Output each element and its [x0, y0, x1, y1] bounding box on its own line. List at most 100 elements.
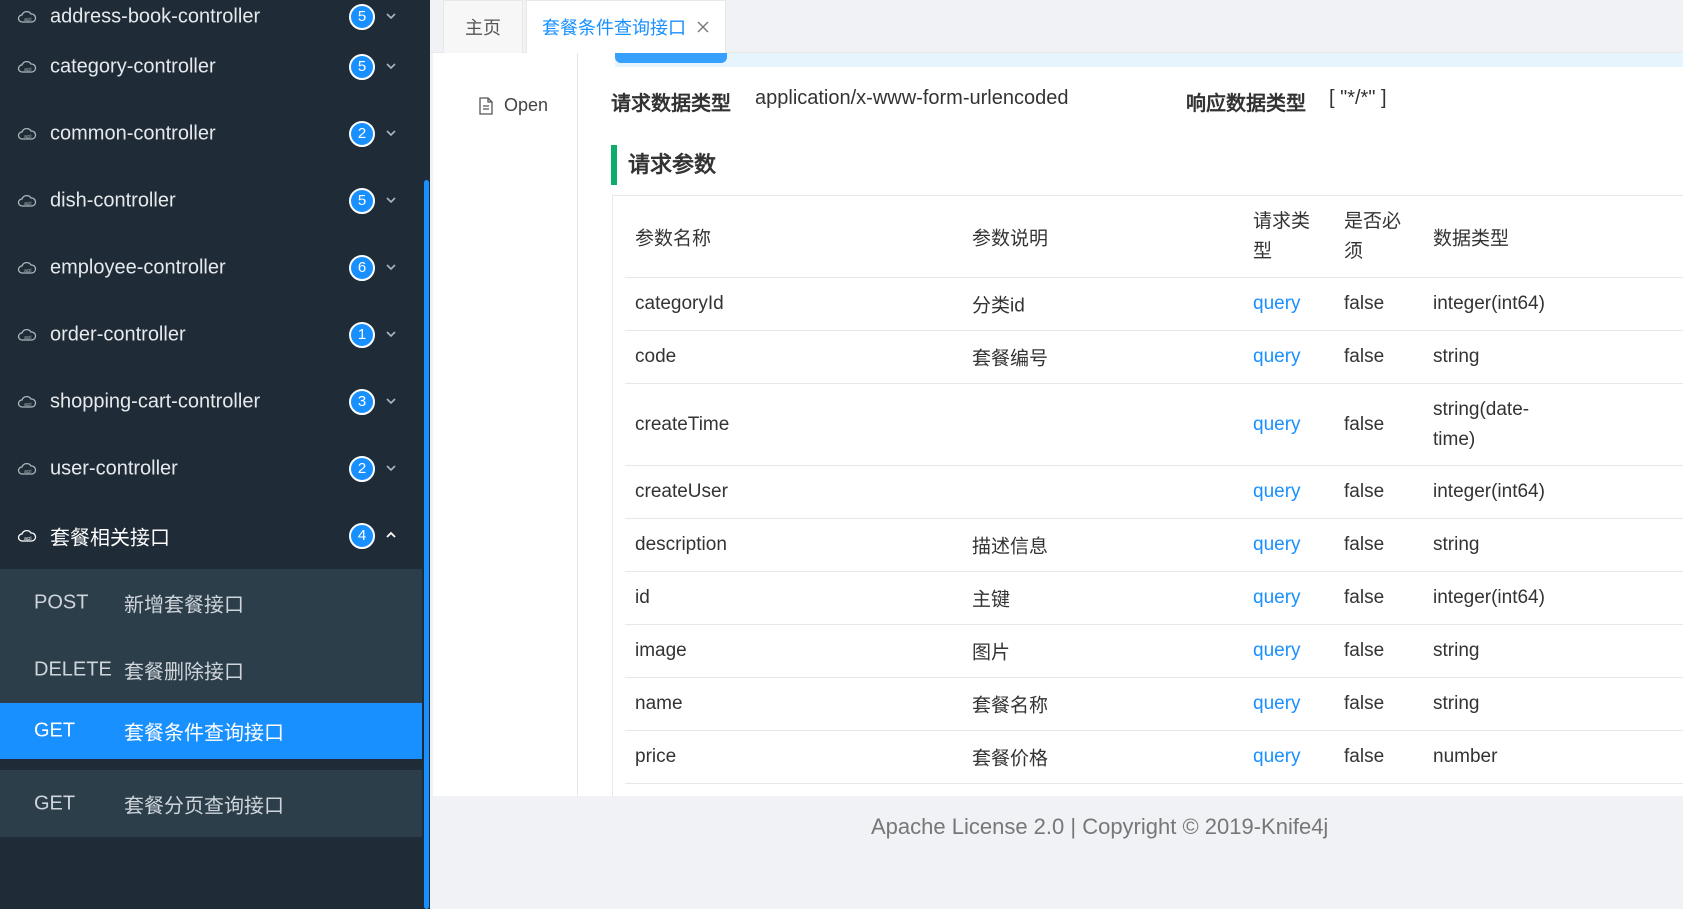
param-in: query — [1253, 640, 1301, 661]
endpoint-item-active[interactable]: GET 套餐条件查询接口 — [0, 703, 422, 759]
header-in: 请求类型 — [1253, 207, 1310, 267]
chevron-down-icon — [386, 330, 396, 337]
param-in: query — [1253, 693, 1301, 714]
param-required: false — [1344, 293, 1385, 314]
group-category-controller[interactable]: api category-controller 5 — [0, 33, 422, 100]
tab-bar: 主页 套餐条件查询接口 — [430, 0, 1683, 53]
section-title: 请求参数 — [611, 145, 716, 185]
chevron-down-icon — [386, 464, 396, 471]
group-label: dish-controller — [50, 189, 176, 211]
main-area: 主页 套餐条件查询接口 Open 请求数据类型 application/x-ww… — [430, 0, 1683, 909]
param-desc: 套餐名称 — [972, 695, 1049, 717]
response-type-value: [ "*/*" ] — [1329, 87, 1387, 109]
group-address-book-controller[interactable]: api address-book-controller 5 — [0, 0, 422, 33]
chevron-down-icon — [386, 62, 396, 69]
http-method: POST — [34, 591, 89, 613]
chevron-down-icon — [386, 196, 396, 203]
param-name: name — [635, 693, 683, 714]
group-label: shopping-cart-controller — [50, 390, 261, 412]
chevron-down-icon — [386, 263, 396, 270]
request-type-label: 请求数据类型 — [611, 93, 731, 115]
request-type-value: application/x-www-form-urlencoded — [755, 87, 1069, 109]
param-type: integer(int64) — [1433, 587, 1545, 608]
http-method: GET — [34, 792, 76, 814]
sidebar-scrollbar[interactable] — [422, 0, 430, 909]
param-in: query — [1253, 481, 1301, 502]
param-type-line2: time) — [1433, 428, 1476, 450]
group-order-controller[interactable]: api order-controller 1 — [0, 301, 422, 368]
header-required: 是否必须 — [1344, 207, 1401, 267]
http-method: GET — [34, 719, 76, 742]
scrollbar-thumb[interactable] — [424, 180, 429, 909]
svg-text:api: api — [24, 67, 32, 73]
params-table: 参数名称 参数说明 请求类型 是否必须 数据类型 categoryId 分类id… — [612, 195, 1683, 796]
endpoint-item[interactable]: POST 新增套餐接口 — [0, 569, 422, 636]
group-common-controller[interactable]: api common-controller 2 — [0, 100, 422, 167]
tab-current[interactable]: 套餐条件查询接口 — [526, 0, 726, 53]
http-method: DELETE — [34, 658, 112, 680]
param-required: false — [1344, 534, 1385, 555]
chevron-up-icon — [386, 531, 396, 538]
param-name: id — [635, 587, 650, 608]
open-link[interactable]: Open — [478, 95, 548, 116]
param-type: integer(int64) — [1433, 293, 1545, 314]
endpoint-name: 新增套餐接口 — [124, 594, 244, 616]
param-type: string — [1433, 640, 1480, 661]
param-in: query — [1253, 293, 1301, 314]
count-badge: 5 — [349, 3, 375, 30]
footer-text: Apache License 2.0 | Copyright © 2019-Kn… — [871, 814, 1329, 839]
param-desc: 主键 — [972, 589, 1011, 611]
count-badge: 5 — [349, 187, 375, 214]
param-type: string(date-time) — [1433, 395, 1529, 455]
header-in-line1: 请求类 — [1253, 210, 1311, 232]
close-icon[interactable] — [696, 20, 710, 34]
svg-text:api: api — [24, 201, 32, 207]
param-type-line1: string(date- — [1433, 398, 1530, 420]
count-badge: 5 — [349, 53, 375, 80]
cloud-icon: api — [17, 194, 37, 207]
method-strip-bar — [615, 53, 727, 63]
group-label: address-book-controller — [50, 5, 261, 27]
param-desc: 套餐编号 — [972, 348, 1049, 370]
param-type: number — [1433, 746, 1498, 767]
param-name: price — [635, 746, 677, 767]
svg-text:api: api — [24, 536, 32, 542]
endpoint-item[interactable]: DELETE 套餐删除接口 — [0, 636, 422, 703]
tab-home[interactable]: 主页 — [443, 0, 523, 53]
param-type: integer(int64) — [1433, 481, 1545, 502]
group-label: 套餐相关接口 — [50, 527, 170, 549]
table-row: createUser query false integer(int64) — [625, 466, 1683, 519]
param-desc: 图片 — [972, 642, 1011, 664]
group-shopping-cart-controller[interactable]: api shopping-cart-controller 3 — [0, 368, 422, 435]
param-required: false — [1344, 587, 1385, 608]
param-name: image — [635, 640, 687, 661]
table-row: description 描述信息 query false string — [625, 519, 1683, 572]
document-icon — [479, 96, 493, 115]
param-desc: 分类id — [972, 295, 1025, 317]
param-name: description — [635, 534, 727, 555]
group-user-controller[interactable]: api user-controller 2 — [0, 435, 422, 502]
endpoint-item[interactable]: GET 套餐分页查询接口 — [0, 759, 422, 837]
header-required-line2: 须 — [1344, 240, 1364, 262]
table-row: image 图片 query false string — [625, 625, 1683, 678]
footer: Apache License 2.0 | Copyright © 2019-Kn… — [430, 796, 1683, 909]
cloud-icon: api — [17, 395, 37, 408]
cloud-icon: api — [17, 261, 37, 274]
group-dish-controller[interactable]: api dish-controller 5 — [0, 167, 422, 234]
endpoint-name: 套餐分页查询接口 — [124, 795, 284, 817]
group-setmeal[interactable]: api 套餐相关接口 4 — [0, 502, 422, 569]
param-name: createTime — [635, 413, 730, 435]
param-desc: 套餐价格 — [972, 748, 1049, 770]
header-name: 参数名称 — [635, 228, 712, 249]
group-label: order-controller — [50, 323, 186, 345]
tab-label: 套餐条件查询接口 — [542, 18, 686, 38]
header-type: 数据类型 — [1433, 228, 1510, 249]
cloud-icon: api — [17, 529, 37, 542]
header-desc: 参数说明 — [972, 228, 1049, 249]
param-required: false — [1344, 746, 1385, 767]
param-in: query — [1253, 413, 1301, 435]
table-row: name 套餐名称 query false string — [625, 678, 1683, 731]
group-employee-controller[interactable]: api employee-controller 6 — [0, 234, 422, 301]
tab-label: 主页 — [465, 18, 501, 38]
param-name: createUser — [635, 481, 728, 502]
